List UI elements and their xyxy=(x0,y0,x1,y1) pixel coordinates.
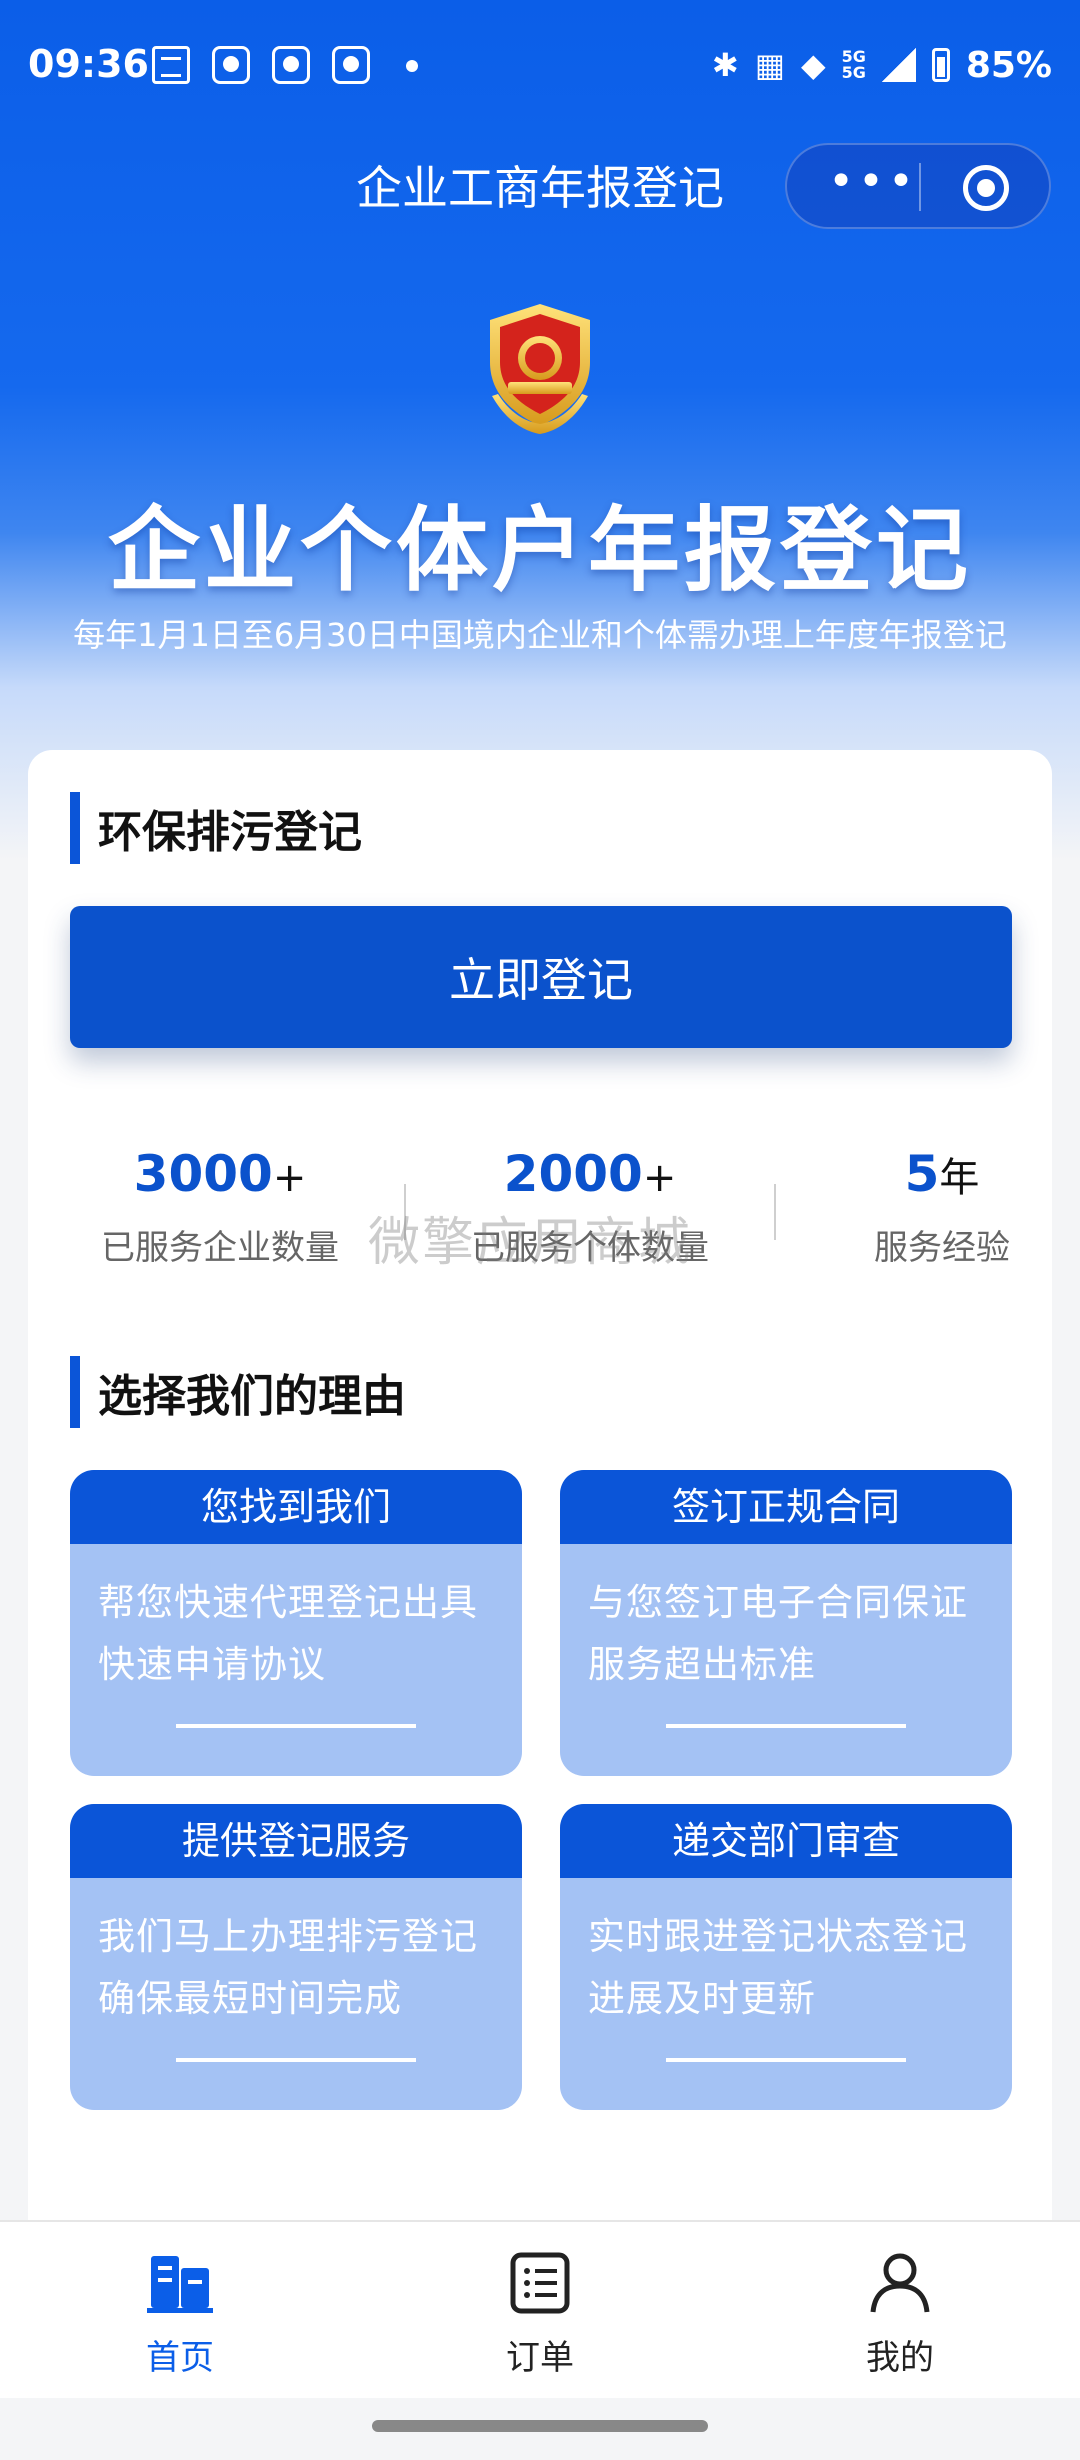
reason-underline xyxy=(176,1724,416,1728)
wifi-icon: ◆ xyxy=(800,46,826,84)
tab-mine[interactable]: 我的 xyxy=(800,2252,1000,2379)
more-menu-button[interactable]: ••• xyxy=(823,157,923,217)
watermark: 微擎应用商城 xyxy=(368,1213,693,1273)
miniapp-capsule: ••• xyxy=(785,143,1051,229)
battery-icon xyxy=(931,48,950,82)
bluetooth-icon: ✱ xyxy=(711,46,739,84)
hero-subtitle: 每年1月1日至6月30日中国境内企业和个体需办理上年度年报登记 xyxy=(73,616,1007,654)
user-icon xyxy=(870,2253,930,2313)
status-bar: 09:36 ✱ ▦ ◆ 5G 5G 85% xyxy=(0,0,1080,130)
emblem-icon xyxy=(490,304,590,434)
reason-body: 实时跟进登记状态登记 进展及时更新 xyxy=(588,1915,968,2020)
baidu-notification-icon xyxy=(212,46,250,84)
tab-home-label: 首页 xyxy=(146,2338,214,2378)
network-type: 5G 5G xyxy=(841,47,866,82)
close-miniapp-button[interactable] xyxy=(963,165,1009,211)
reason-underline xyxy=(176,2058,416,2062)
reasons-section-title: 选择我们的理由 xyxy=(98,1371,406,1422)
screen: 09:36 ✱ ▦ ◆ 5G 5G 85% 企业工商年报登记 ••• 企业个体户… xyxy=(0,0,1080,2460)
capsule-divider xyxy=(919,163,921,211)
status-icons: ✱ ▦ ◆ 5G 5G 85% xyxy=(712,40,1052,90)
register-section-title: 环保排污登记 xyxy=(98,807,362,858)
reason-body: 我们马上办理排污登记 确保最短时间完成 xyxy=(98,1915,478,2020)
stat-experience: 5年 服务经验 xyxy=(874,1145,1010,1268)
main-card: 环保排污登记 立即登记 3000+ 已服务企业数量 2000+ 已服务个体数量 … xyxy=(28,750,1052,2250)
tab-home[interactable]: 首页 xyxy=(80,2252,280,2379)
reason-title: 递交部门审查 xyxy=(560,1804,1012,1878)
register-now-button[interactable]: 立即登记 xyxy=(70,906,1012,1048)
register-section-header: 环保排污登记 xyxy=(70,792,362,864)
reason-card[interactable]: 您找到我们 帮您快速代理登记出具 快速申请协议 xyxy=(70,1470,522,1776)
bottom-tab-bar: 首页 订单 我的 xyxy=(0,2220,1080,2398)
nfc-icon: ▦ xyxy=(754,46,785,84)
reason-underline xyxy=(666,1724,906,1728)
home-indicator[interactable] xyxy=(372,2420,708,2432)
baidu-notification-icon xyxy=(272,46,310,84)
tab-orders[interactable]: 订单 xyxy=(440,2252,640,2379)
reasons-section-header: 选择我们的理由 xyxy=(70,1356,406,1428)
reason-title: 签订正规合同 xyxy=(560,1470,1012,1544)
document-notification-icon xyxy=(152,46,190,84)
reason-card[interactable]: 递交部门审查 实时跟进登记状态登记 进展及时更新 xyxy=(560,1804,1012,2110)
home-building-icon xyxy=(147,2256,213,2313)
reason-card[interactable]: 签订正规合同 与您签订电子合同保证 服务超出标准 xyxy=(560,1470,1012,1776)
reason-card[interactable]: 提供登记服务 我们马上办理排污登记 确保最短时间完成 xyxy=(70,1804,522,2110)
reason-body: 与您签订电子合同保证 服务超出标准 xyxy=(588,1581,968,1686)
reason-title: 提供登记服务 xyxy=(70,1804,522,1878)
tab-mine-label: 我的 xyxy=(866,2338,934,2378)
reason-title: 您找到我们 xyxy=(70,1470,522,1544)
reason-body: 帮您快速代理登记出具 快速申请协议 xyxy=(98,1581,478,1686)
section-accent-bar xyxy=(70,1356,80,1428)
tab-orders-label: 订单 xyxy=(506,2338,574,2378)
section-accent-bar xyxy=(70,792,80,864)
stat-enterprises: 3000+ 已服务企业数量 xyxy=(101,1145,339,1268)
battery-level: 85% xyxy=(965,44,1052,86)
more-notifications-dot xyxy=(406,60,418,72)
hero-title: 企业个体户年报登记 xyxy=(107,497,972,604)
baidu-notification-icon xyxy=(332,46,370,84)
order-list-icon xyxy=(510,2252,570,2314)
status-time: 09:36 xyxy=(28,42,149,86)
signal-icon xyxy=(881,48,916,82)
reason-underline xyxy=(666,2058,906,2062)
